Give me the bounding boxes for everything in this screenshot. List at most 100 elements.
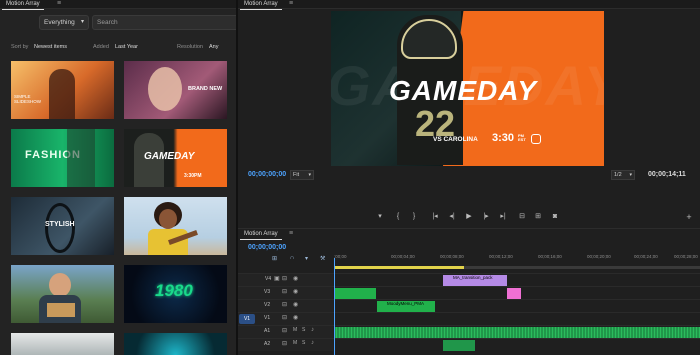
- team-logo-icon: [531, 134, 541, 144]
- sync-lock-icon[interactable]: ⊟: [282, 327, 287, 334]
- go-to-out-icon[interactable]: ▸|: [498, 211, 508, 223]
- linked-selection-icon[interactable]: ▾: [305, 255, 308, 262]
- nest-icon[interactable]: ⊞: [272, 255, 277, 262]
- ruler-tick: :00;00: [334, 254, 347, 259]
- sync-lock-icon[interactable]: ⊟: [282, 301, 287, 308]
- template-thumbnail[interactable]: SIMPLE SLIDESHOW: [11, 61, 114, 119]
- template-thumbnail[interactable]: FASHION: [11, 129, 114, 187]
- mute-button[interactable]: M: [293, 327, 297, 333]
- face-shape: [159, 209, 177, 229]
- timeline-timecode[interactable]: 00;00;00;00: [248, 244, 286, 251]
- added-dropdown[interactable]: Last Year: [115, 41, 138, 53]
- template-thumbnail[interactable]: [124, 333, 227, 355]
- panel-menu-icon[interactable]: ≡: [57, 0, 61, 8]
- timeline-clip[interactable]: MoodyMenu_PMA: [377, 301, 435, 312]
- resolution-dropdown[interactable]: 1/2 ▾: [611, 170, 635, 180]
- resolution-label: Resolution: [177, 44, 203, 50]
- track-header: V3 ⊟ ◉: [238, 287, 333, 299]
- program-monitor-tab[interactable]: Motion Array: [240, 0, 282, 10]
- sync-lock-icon[interactable]: ⊟: [282, 340, 287, 347]
- toggle-output-icon[interactable]: ▣: [274, 275, 280, 282]
- program-monitor-and-timeline: Motion Array ≡ GAMEDAY 22 GAMEDAY VS CAR…: [238, 0, 700, 355]
- template-thumbnail[interactable]: STYLISH: [11, 197, 114, 255]
- program-monitor-tabbar: Motion Array ≡: [238, 0, 700, 10]
- sort-dropdown[interactable]: Newest items: [34, 41, 67, 53]
- track-v4: ▣ V4 ⊟ ◉ MA_transition_pack: [238, 273, 700, 286]
- current-timecode[interactable]: 00;00;00;00: [248, 171, 286, 178]
- template-thumbnail[interactable]: GAMEDAY 3:30PM: [124, 129, 227, 187]
- track-header: V2 ⊟ ◉: [238, 300, 333, 312]
- ruler-tick: 00;00;08;00: [440, 254, 464, 259]
- resolution-dropdown[interactable]: Any: [209, 41, 218, 53]
- step-back-icon[interactable]: ◂|: [447, 211, 457, 223]
- insert-icon[interactable]: ⊟: [517, 211, 527, 223]
- thumbnail-subcaption: 3:30PM: [184, 173, 202, 179]
- work-area-bar[interactable]: [334, 266, 700, 269]
- eye-icon[interactable]: ◉: [293, 288, 298, 295]
- playhead[interactable]: [334, 258, 335, 355]
- solo-button[interactable]: S: [302, 340, 305, 346]
- step-forward-icon[interactable]: |▸: [481, 211, 491, 223]
- ruler-tick: 00;00;20;00: [587, 254, 611, 259]
- wrench-icon[interactable]: ⚒: [320, 255, 325, 262]
- microphone-icon[interactable]: ♪: [311, 327, 314, 333]
- template-thumbnail[interactable]: 1980: [124, 265, 227, 323]
- template-thumbnail[interactable]: [11, 333, 114, 355]
- added-label: Added: [93, 44, 109, 50]
- ruler-tick: 00;00;16;00: [538, 254, 562, 259]
- eye-icon[interactable]: ◉: [293, 314, 298, 321]
- marker-icon[interactable]: ▾: [375, 211, 385, 223]
- panel-tab-motion-array[interactable]: Motion Array: [2, 0, 44, 10]
- in-point-icon[interactable]: {: [393, 211, 403, 223]
- timeline-clip[interactable]: MA_transition_pack: [443, 275, 507, 286]
- sync-lock-icon[interactable]: ⊟: [282, 288, 287, 295]
- solo-button[interactable]: S: [302, 327, 305, 333]
- eye-icon[interactable]: ◉: [293, 301, 298, 308]
- timeline-clip[interactable]: [507, 288, 521, 299]
- panel-menu-icon[interactable]: ≡: [289, 230, 293, 238]
- program-preview: GAMEDAY 22 GAMEDAY VS CAROLINA 3:30 PM E…: [331, 11, 604, 166]
- microphone-icon[interactable]: ♪: [311, 340, 314, 346]
- template-thumbnail[interactable]: [124, 197, 227, 255]
- eye-icon[interactable]: ◉: [293, 275, 298, 282]
- preview-time-suffix: PM EST: [518, 133, 526, 142]
- work-area-range[interactable]: [334, 266, 464, 269]
- overwrite-icon[interactable]: ⊞: [533, 211, 543, 223]
- panel-menu-icon[interactable]: ≡: [289, 0, 293, 8]
- audio-clip[interactable]: [334, 327, 700, 338]
- template-thumbnail[interactable]: BRAND NEW: [124, 61, 227, 119]
- chevron-down-icon: ▾: [308, 172, 311, 178]
- source-target-v1[interactable]: V1: [239, 314, 255, 324]
- track-v3: V3 ⊟ ◉: [238, 286, 700, 299]
- preview-time: 3:30: [492, 132, 515, 144]
- out-point-icon[interactable]: }: [409, 211, 419, 223]
- export-frame-icon[interactable]: ◙: [550, 211, 560, 223]
- audio-clip[interactable]: [443, 340, 475, 351]
- crate-shape: [47, 303, 75, 317]
- search-input[interactable]: Search: [92, 15, 236, 30]
- timeline-tab[interactable]: Motion Array: [240, 230, 282, 240]
- fit-dropdown[interactable]: Fit ▾: [290, 170, 314, 180]
- template-thumbnail[interactable]: [11, 265, 114, 323]
- track-header: A1 ⊟ M S ♪: [238, 326, 333, 338]
- track-name: V4: [265, 276, 272, 282]
- mute-button[interactable]: M: [293, 340, 297, 346]
- timeline-clip[interactable]: [334, 288, 376, 299]
- timeline-tabbar: Motion Array ≡: [238, 228, 700, 240]
- fit-value: Fit: [293, 172, 300, 178]
- couple-silhouette: [49, 69, 75, 119]
- left-panel-tabbar: Motion Array ≡: [0, 0, 236, 10]
- track-v2: V2 ⊟ ◉ MoodyMenu_PMA: [238, 299, 700, 312]
- snap-icon[interactable]: ∩: [290, 255, 294, 261]
- sync-lock-icon[interactable]: ⊟: [282, 275, 287, 282]
- sync-lock-icon[interactable]: ⊟: [282, 314, 287, 321]
- duration-timecode: 00;00;14;11: [648, 171, 686, 178]
- track-a2: A2 ⊟ M S ♪: [238, 338, 700, 351]
- bicycle-wheel: [45, 203, 75, 253]
- add-button-icon[interactable]: +: [684, 211, 694, 223]
- category-dropdown[interactable]: Everything ▾: [39, 15, 89, 30]
- chevron-down-icon: ▾: [629, 172, 632, 178]
- play-icon[interactable]: ▶: [464, 211, 474, 223]
- preview-headline: GAMEDAY: [389, 75, 538, 106]
- go-to-in-icon[interactable]: |◂: [430, 211, 440, 223]
